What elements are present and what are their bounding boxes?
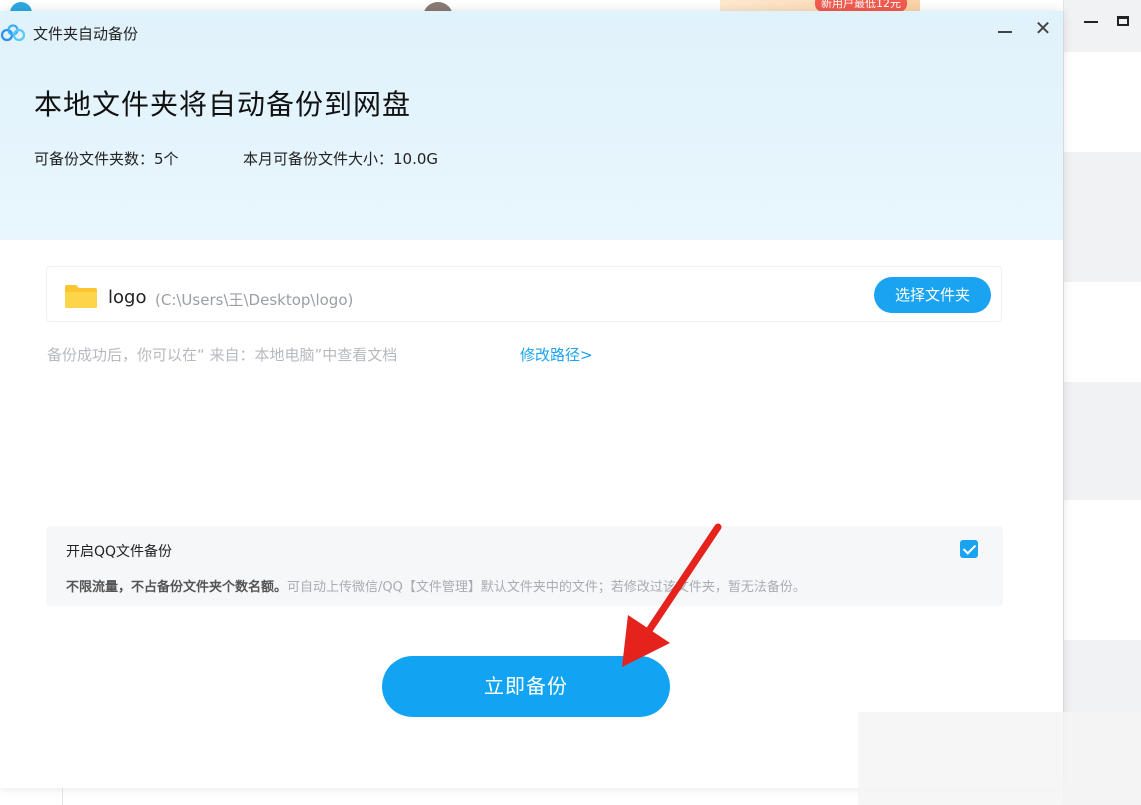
qq-backup-option: 开启QQ文件备份 不限流量，不占备份文件夹个数名额。可自动上传微信/QQ【文件管… <box>46 526 1003 606</box>
background-maximize-icon[interactable] <box>1117 16 1129 26</box>
background-panel-block <box>1064 282 1141 382</box>
page-title: 本地文件夹将自动备份到网盘 <box>34 88 412 121</box>
background-panel-block <box>1064 500 1141 640</box>
qq-backup-checkbox[interactable] <box>960 540 978 558</box>
qq-backup-title: 开启QQ文件备份 <box>66 544 173 560</box>
folder-icon <box>65 285 97 308</box>
choose-folder-button[interactable]: 选择文件夹 <box>874 277 991 313</box>
backup-location-hint: 备份成功后，你可以在“ 来自：本地电脑”中查看文档 <box>47 346 398 364</box>
modify-path-link[interactable]: 修改路径> <box>520 344 593 365</box>
minimize-icon[interactable] <box>995 21 1015 41</box>
background-right-panel <box>1063 0 1141 805</box>
folder-path: (C:\Users\王\Desktop\logo) <box>155 291 354 309</box>
baidu-netdisk-logo-icon <box>0 24 26 42</box>
annotation-arrow-icon <box>622 523 722 667</box>
folder-name: logo <box>108 287 147 308</box>
background-panel-block <box>1064 52 1141 152</box>
folder-count-text: 可备份文件夹数：5个 <box>34 150 179 168</box>
close-icon[interactable]: ✕ <box>1031 16 1055 40</box>
dialog-title: 文件夹自动备份 <box>33 25 139 43</box>
selected-folder-row: logo (C:\Users\王\Desktop\logo) 选择文件夹 <box>46 266 1002 322</box>
background-minimize-icon[interactable] <box>1083 10 1099 26</box>
qq-backup-description-bold: 不限流量，不占备份文件夹个数名额。 <box>66 580 288 595</box>
monthly-size-text: 本月可备份文件大小：10.0G <box>243 150 439 168</box>
blurred-watermark-area <box>858 712 1141 805</box>
dialog-header: 文件夹自动备份 ✕ 本地文件夹将自动备份到网盘 可备份文件夹数：5个 本月可备份… <box>0 11 1063 240</box>
folder-backup-dialog: 文件夹自动备份 ✕ 本地文件夹将自动备份到网盘 可备份文件夹数：5个 本月可备份… <box>0 11 1063 788</box>
